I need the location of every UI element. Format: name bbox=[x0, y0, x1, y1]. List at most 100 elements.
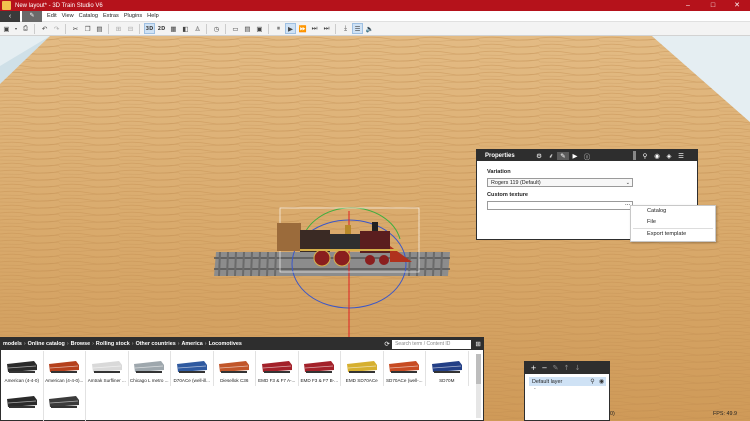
faster-icon[interactable]: ⏭ bbox=[309, 23, 320, 34]
menu-catalog[interactable]: Catalog bbox=[79, 13, 98, 19]
timetable-icon[interactable]: ▤ bbox=[242, 23, 253, 34]
catalog-item[interactable]: Diesellok C36 bbox=[214, 351, 256, 386]
group-icon[interactable]: ⊞ bbox=[113, 23, 124, 34]
breadcrumb-item[interactable]: Browse bbox=[71, 341, 90, 347]
layers-icon[interactable]: ◈ bbox=[663, 152, 675, 160]
close-icon[interactable]: ✕ bbox=[727, 0, 747, 11]
menu-item-catalog[interactable]: Catalog bbox=[631, 206, 715, 217]
move-up-icon[interactable]: ↑ bbox=[561, 364, 572, 372]
breadcrumb-separator: › bbox=[92, 341, 94, 347]
locomotive-thumbnail bbox=[174, 355, 210, 377]
clock-icon[interactable]: ◷ bbox=[211, 23, 222, 34]
person-icon[interactable]: ♙ bbox=[192, 23, 203, 34]
menu-extras[interactable]: Extras bbox=[103, 13, 119, 19]
info-icon[interactable]: ⓘ bbox=[581, 151, 593, 161]
layer-row-default[interactable]: Default layer ⚲ ◉ bbox=[529, 377, 606, 386]
catalog-item[interactable]: American (4-4-0)... bbox=[44, 351, 86, 386]
back-arrow-icon[interactable]: ‹ bbox=[0, 10, 20, 22]
catalog-item[interactable]: EMD F3 & F7 A-... bbox=[256, 351, 299, 386]
pause-icon[interactable]: ⏸ bbox=[273, 23, 284, 34]
locomotive-thumbnail bbox=[386, 355, 422, 377]
catalog-item[interactable]: SD70M bbox=[426, 351, 469, 386]
fastest-icon[interactable]: ⏭ bbox=[321, 23, 332, 34]
save-icon[interactable]: ▣ bbox=[1, 23, 12, 34]
breadcrumb-item[interactable]: Online catalog bbox=[28, 341, 65, 347]
catalog-item[interactable]: SD70ACe (well-... bbox=[384, 351, 426, 386]
cut-icon[interactable]: ✂ bbox=[70, 23, 81, 34]
locomotive-thumbnail bbox=[429, 355, 465, 377]
catalog-item[interactable]: American (4-4-0) bbox=[1, 351, 44, 386]
download-icon[interactable]: ⤓ bbox=[340, 23, 351, 34]
locomotive-thumbnail bbox=[46, 390, 82, 412]
eye-icon[interactable]: ◉ bbox=[651, 152, 663, 160]
locomotive-thumbnail bbox=[131, 355, 167, 377]
menu-icon[interactable]: ☰ bbox=[675, 152, 687, 160]
catalog-item[interactable] bbox=[1, 386, 44, 421]
view-2d-button[interactable]: 2D bbox=[156, 23, 167, 34]
play-icon[interactable]: ▶ bbox=[285, 23, 296, 34]
maximize-icon[interactable]: □ bbox=[703, 0, 723, 11]
toolbar-separator bbox=[65, 23, 66, 34]
catalog-item[interactable]: EMD F3 & F7 B-... bbox=[299, 351, 341, 386]
toolbar-separator bbox=[225, 23, 226, 34]
catalog-scrollbar[interactable] bbox=[476, 354, 481, 418]
control-panel-icon[interactable]: ▭ bbox=[230, 23, 241, 34]
grid-view-icon[interactable]: ▦ bbox=[168, 23, 179, 34]
edit-layer-icon[interactable]: ✎ bbox=[550, 364, 561, 372]
train-view-icon[interactable]: ◧ bbox=[180, 23, 191, 34]
breadcrumb-item[interactable]: Other countries bbox=[136, 341, 176, 347]
catalog-item[interactable]: Chicago L metro ... bbox=[129, 351, 171, 386]
event-icon[interactable]: ▣ bbox=[254, 23, 265, 34]
hierarchy-icon[interactable]: ⸙ bbox=[545, 151, 557, 160]
app-icon bbox=[2, 1, 11, 10]
catalog-search-input[interactable]: Search term / Content ID bbox=[392, 339, 472, 349]
locomotive-thumbnail bbox=[344, 355, 380, 377]
variation-select[interactable]: Rogers 119 (Default) ⌄ bbox=[487, 178, 633, 187]
scroll-grip[interactable] bbox=[633, 151, 636, 160]
undo-icon[interactable]: ↶ bbox=[39, 23, 50, 34]
fast-forward-icon[interactable]: ⏩ bbox=[297, 23, 308, 34]
toolbar-separator bbox=[139, 23, 140, 34]
edit-mode-icon[interactable]: ✎ bbox=[22, 10, 42, 22]
eye-icon[interactable]: ◉ bbox=[597, 378, 606, 385]
custom-texture-field[interactable]: ... bbox=[487, 201, 633, 210]
view-3d-button[interactable]: 3D bbox=[144, 23, 155, 34]
sound-icon[interactable]: 🔈 bbox=[364, 23, 375, 34]
toolbar-separator bbox=[268, 23, 269, 34]
breadcrumb-item[interactable]: Locomotives bbox=[209, 341, 242, 347]
breadcrumb-item[interactable]: Rolling stock bbox=[96, 341, 130, 347]
print-icon[interactable]: ⎙ bbox=[20, 23, 31, 34]
grid-view-icon[interactable]: ⊞ bbox=[473, 340, 483, 348]
menu-plugins[interactable]: Plugins bbox=[124, 13, 142, 19]
layers-toggle-icon[interactable]: ☰ bbox=[352, 23, 363, 34]
catalog-item[interactable]: D70ACe (well-ill... bbox=[171, 351, 214, 386]
catalog-item[interactable] bbox=[44, 386, 86, 421]
breadcrumb-item[interactable]: America bbox=[182, 341, 203, 347]
menu-item-export-template[interactable]: Export template bbox=[631, 229, 715, 241]
redo-icon[interactable]: ↷ bbox=[51, 23, 62, 34]
gear-icon[interactable]: ⚙ bbox=[533, 152, 545, 160]
menu-help[interactable]: Help bbox=[147, 13, 159, 19]
paint-brush-icon[interactable]: ✎ bbox=[557, 151, 569, 160]
pin-icon[interactable]: ⚲ bbox=[588, 378, 597, 385]
minimize-icon[interactable]: – bbox=[678, 0, 698, 11]
remove-layer-icon[interactable]: − bbox=[539, 364, 550, 372]
catalog-item[interactable]: Amtrak Surfliner ... bbox=[86, 351, 129, 386]
catalog-item[interactable]: EMD SD70ACe bbox=[341, 351, 384, 386]
locomotive-thumbnail bbox=[4, 355, 40, 377]
add-layer-icon[interactable]: + bbox=[528, 364, 539, 372]
ungroup-icon[interactable]: ⊟ bbox=[125, 23, 136, 34]
refresh-icon[interactable]: ⟳ bbox=[382, 340, 392, 348]
menu-edit[interactable]: Edit bbox=[47, 13, 57, 19]
paste-icon[interactable]: ▤ bbox=[94, 23, 105, 34]
move-down-icon[interactable]: ↓ bbox=[572, 364, 583, 372]
copy-icon[interactable]: ❐ bbox=[82, 23, 93, 34]
breadcrumb-item[interactable]: models bbox=[3, 341, 22, 347]
play-square-icon[interactable]: ▶ bbox=[569, 152, 581, 160]
menu-item-file[interactable]: File bbox=[631, 217, 715, 228]
catalog-item-label: Amtrak Surfliner ... bbox=[87, 378, 126, 383]
dropdown-icon[interactable]: ▾ bbox=[13, 23, 19, 34]
breadcrumb-separator: › bbox=[66, 341, 69, 347]
pin-icon[interactable]: ⚲ bbox=[639, 152, 651, 160]
menu-view[interactable]: View bbox=[62, 13, 74, 19]
